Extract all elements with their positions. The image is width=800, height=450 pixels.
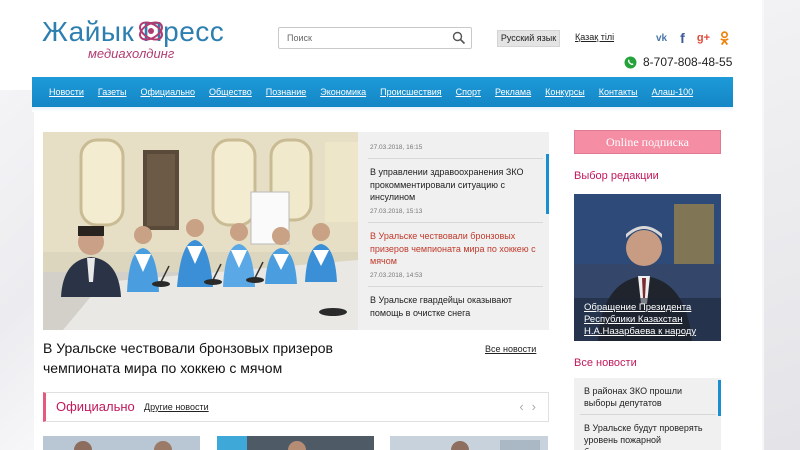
editor-choice-caption[interactable]: Обращение Президента Республики Казахста… [584,302,716,338]
whatsapp-icon [624,56,637,68]
vk-icon[interactable]: vk [654,30,669,46]
editor-choice-title: Выбор редакции [574,170,659,182]
carousel-arrows: ‹ › [519,399,536,414]
slide-photo-illustration [43,132,358,330]
news-separator [368,222,543,223]
news-date: 27.03.2018, 16:15 [370,144,423,151]
online-subscription-button[interactable]: Online подписка [574,130,721,154]
slide-photo[interactable] [43,132,358,330]
contact-phone: 8-707-808-48-55 [624,54,732,70]
sidebar-news-scrollbar[interactable] [718,380,721,416]
sidebar-news-item[interactable]: В Уральске будут проверять уровень пожар… [584,422,714,450]
editor-choice-card[interactable]: Обращение Президента Республики Казахста… [574,194,721,341]
nav-item-advertising[interactable]: Реклама [495,87,531,97]
nav-item-contests[interactable]: Конкурсы [545,87,585,97]
page: Жайык Пресс медиахолдинг Русский язык Қа… [0,0,762,450]
news-list-scrollbar[interactable] [546,154,549,214]
official-section-header: Официально Другие новости ‹ › [43,392,549,422]
nav-item-newspapers[interactable]: Газеты [98,87,127,97]
phone-number[interactable]: 8-707-808-48-55 [643,55,732,69]
logo-subtitle: медиахолдинг [88,46,175,61]
slider-news-item-active[interactable]: В Уральске чествовали бронзовых призеров… [370,230,540,268]
slider-news-item[interactable]: В управлении здравоохранения ЗКО прокомм… [370,166,540,204]
official-thumbnail[interactable] [390,436,548,450]
logo-title: Жайык Пресс [42,16,225,47]
main-navigation: Новости Газеты Официально Общество Позна… [32,77,733,107]
nav-item-official[interactable]: Официально [140,87,195,97]
main-headline[interactable]: В Уральске чествовали бронзовых призеров… [43,338,363,378]
search-icon[interactable] [452,31,466,45]
other-news-link[interactable]: Другие новости [144,402,209,412]
nav-item-contacts[interactable]: Контакты [599,87,638,97]
official-thumbnail[interactable] [43,436,200,450]
sidebar-news-list: В районах ЗКО прошли выборы депутатов В … [574,378,721,450]
lang-kazakh-link[interactable]: Қазақ тілі [575,32,614,42]
official-section-title: Официально [56,399,135,414]
google-plus-icon[interactable]: g+ [696,30,711,46]
news-date: 27.03.2018, 14:53 [370,272,423,279]
page-background-right [762,0,800,450]
sidebar-news-item[interactable]: В районах ЗКО прошли выборы депутатов [584,385,714,409]
news-separator [580,414,716,415]
nav-item-alash-100[interactable]: Алаш-100 [652,87,694,97]
page-background-edge [762,0,764,450]
nav-item-society[interactable]: Общество [209,87,252,97]
logo-emblem-icon [139,21,163,41]
site-logo[interactable]: Жайык Пресс медиахолдинг [42,16,262,64]
nav-item-incidents[interactable]: Происшествия [380,87,442,97]
lang-russian-button[interactable]: Русский язык [497,30,560,47]
news-separator [368,158,543,159]
search-input[interactable] [279,28,449,48]
search-box [278,27,472,49]
page-background-left [0,90,34,450]
chevron-right-icon[interactable]: › [532,399,536,414]
nav-item-news[interactable]: Новости [49,87,84,97]
news-slider: 27.03.2018, 16:15 В управлении здравоохр… [43,132,549,330]
slider-news-list: 27.03.2018, 16:15 В управлении здравоохр… [358,132,549,330]
nav-shadow [32,107,733,112]
news-separator [368,286,543,287]
nav-item-economy[interactable]: Экономика [320,87,366,97]
odnoklassniki-icon[interactable] [717,30,732,46]
facebook-icon[interactable]: f [675,30,690,46]
all-news-link[interactable]: Все новости [485,344,536,354]
news-date: 27.03.2018, 15:13 [370,208,423,215]
official-thumbnail[interactable] [217,436,374,450]
slider-news-item[interactable]: В Уральске гвардейцы оказывают помощь в … [370,294,540,319]
nav-item-knowledge[interactable]: Познание [266,87,306,97]
chevron-left-icon[interactable]: ‹ [519,399,523,414]
nav-item-sport[interactable]: Спорт [456,87,481,97]
all-news-sidebar-title: Все новости [574,357,637,369]
social-links: vk f g+ [654,30,732,48]
